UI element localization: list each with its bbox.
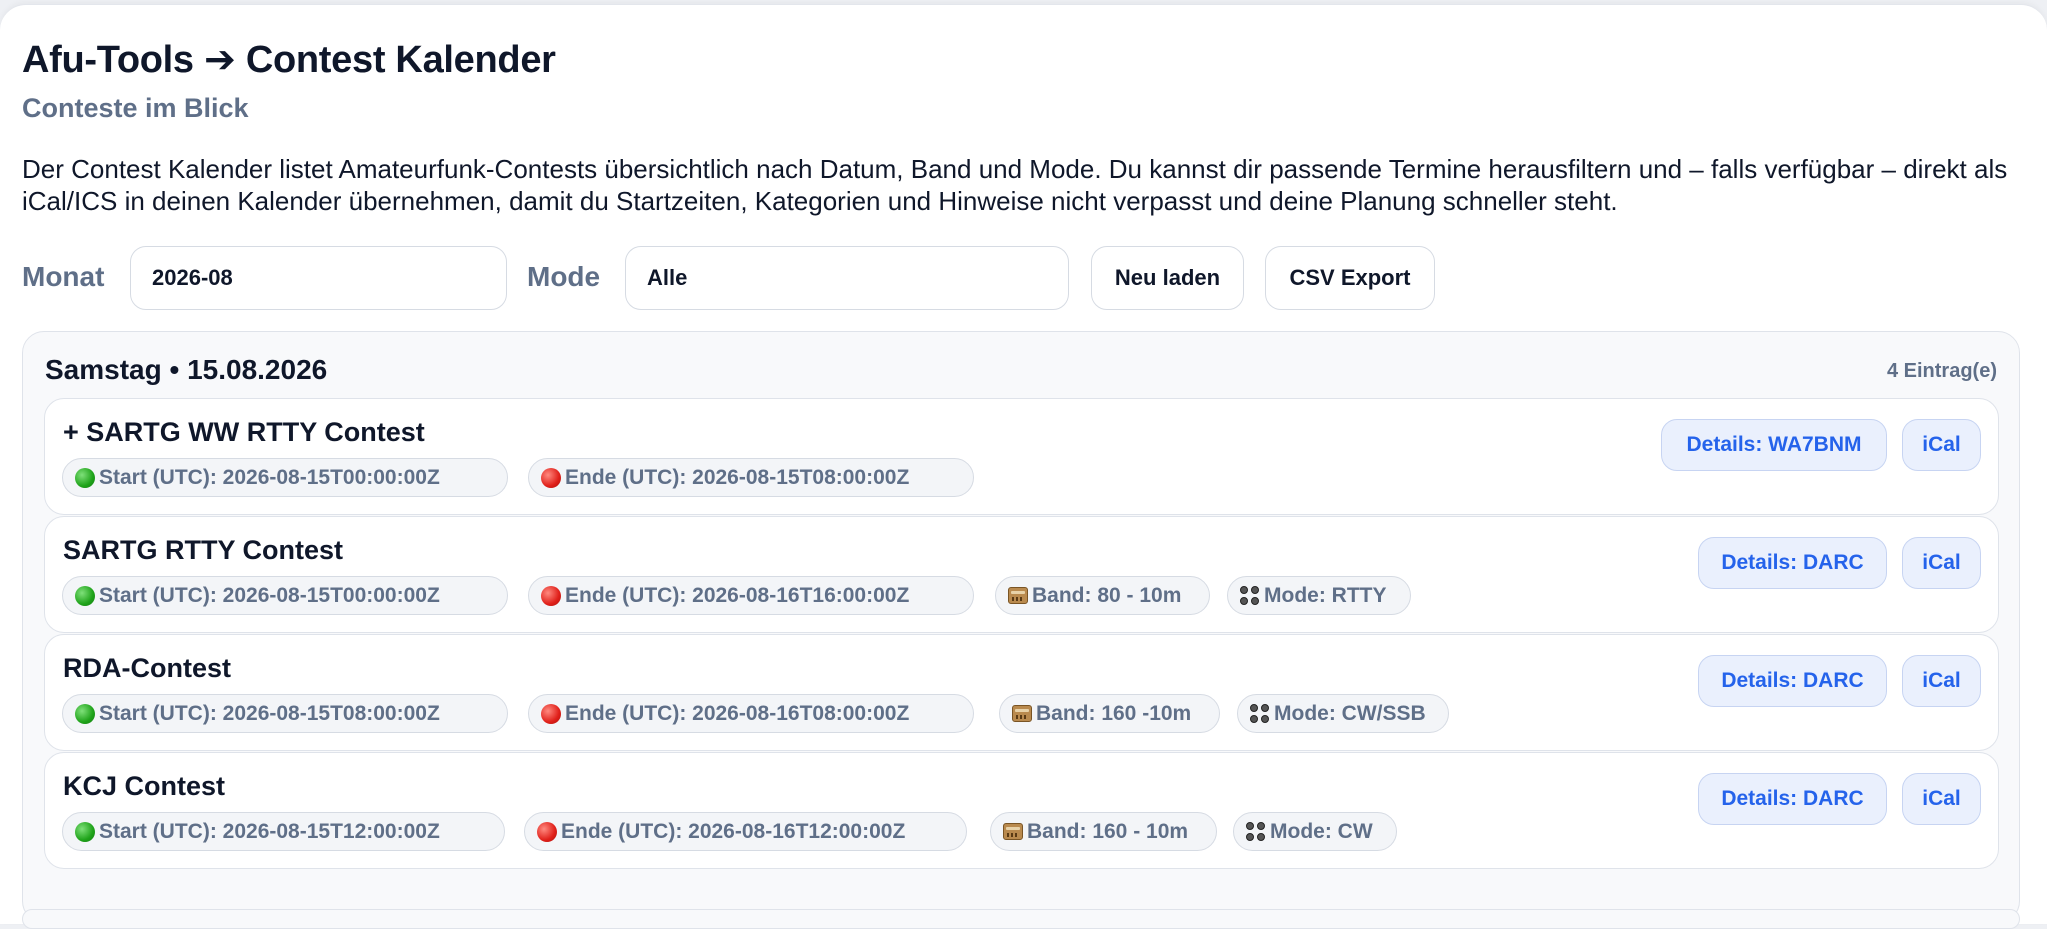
red-circle-icon: [537, 821, 557, 842]
start-time-pill: Start (UTC): 2026-08-15T12:00:00Z: [62, 812, 505, 851]
ical-button[interactable]: iCal: [1902, 419, 1981, 471]
mode-pill: Mode: RTTY: [1227, 576, 1411, 615]
details-link-button[interactable]: Details: DARC: [1698, 537, 1887, 589]
ical-button[interactable]: iCal: [1902, 537, 1981, 589]
mode-text: Mode: RTTY: [1264, 583, 1387, 607]
mode-pill: Mode: CW: [1233, 812, 1397, 851]
start-time-pill: Start (UTC): 2026-08-15T00:00:00Z: [62, 458, 508, 497]
day-title: Samstag • 15.08.2026: [45, 354, 328, 385]
details-link-button[interactable]: Details: DARC: [1698, 655, 1887, 707]
contest-title: KCJ Contest: [63, 771, 226, 801]
month-input-value: 2026-08: [152, 265, 233, 290]
start-time-text: Start (UTC): 2026-08-15T00:00:00Z: [99, 465, 440, 489]
mode-select-value: Alle: [647, 265, 688, 290]
mode-text: Mode: CW: [1270, 819, 1373, 843]
details-link-button[interactable]: Details: WA7BNM: [1661, 419, 1887, 471]
end-time-text: Ende (UTC): 2026-08-15T08:00:00Z: [565, 465, 910, 489]
entry-count: 4 Eintrag(e): [1886, 360, 1997, 382]
red-circle-icon: [541, 585, 561, 606]
radio-icon: [1008, 587, 1028, 604]
green-circle-icon: [75, 821, 95, 842]
end-time-text: Ende (UTC): 2026-08-16T08:00:00Z: [565, 701, 910, 725]
end-time-pill: Ende (UTC): 2026-08-16T12:00:00Z: [524, 812, 967, 851]
band-text: Band: 80 - 10m: [1032, 583, 1182, 607]
start-time-text: Start (UTC): 2026-08-15T00:00:00Z: [99, 583, 440, 607]
end-time-text: Ende (UTC): 2026-08-16T12:00:00Z: [561, 819, 906, 843]
page-subtitle: Conteste im Blick: [22, 93, 249, 123]
reload-button[interactable]: Neu laden: [1091, 246, 1244, 310]
ical-button[interactable]: iCal: [1902, 655, 1981, 707]
end-time-pill: Ende (UTC): 2026-08-15T08:00:00Z: [528, 458, 974, 497]
contest-entry: SARTG RTTY Contest Start (UTC): 2026-08-…: [44, 516, 1999, 633]
end-time-text: Ende (UTC): 2026-08-16T16:00:00Z: [565, 583, 910, 607]
green-circle-icon: [75, 585, 95, 606]
intro-text: Der Contest Kalender listet Amateurfunk-…: [22, 154, 2008, 216]
main-card: Afu-Tools ➔ Contest Kalender Conteste im…: [0, 4, 2047, 929]
contest-title: RDA-Contest: [63, 653, 231, 683]
start-time-text: Start (UTC): 2026-08-15T12:00:00Z: [99, 819, 440, 843]
start-time-text: Start (UTC): 2026-08-15T08:00:00Z: [99, 701, 440, 725]
red-circle-icon: [541, 467, 561, 488]
start-time-pill: Start (UTC): 2026-08-15T08:00:00Z: [62, 694, 508, 733]
ical-button[interactable]: iCal: [1902, 773, 1981, 825]
contest-entry: KCJ Contest Start (UTC): 2026-08-15T12:0…: [44, 752, 1999, 869]
end-time-pill: Ende (UTC): 2026-08-16T08:00:00Z: [528, 694, 974, 733]
mode-pill: Mode: CW/SSB: [1237, 694, 1449, 733]
contest-title: + SARTG WW RTTY Contest: [63, 417, 425, 447]
end-time-pill: Ende (UTC): 2026-08-16T16:00:00Z: [528, 576, 974, 615]
contest-entry: + SARTG WW RTTY Contest Start (UTC): 202…: [44, 398, 1999, 515]
day-group: Samstag • 15.08.2026 4 Eintrag(e) + SART…: [22, 331, 2020, 923]
page-title: Afu-Tools ➔ Contest Kalender: [22, 39, 556, 81]
band-pill: Band: 160 - 10m: [990, 812, 1217, 851]
control-knobs-icon: [1246, 821, 1266, 842]
contest-title: SARTG RTTY Contest: [63, 535, 344, 565]
next-day-group: [22, 909, 2020, 929]
red-circle-icon: [541, 703, 561, 724]
control-knobs-icon: [1240, 585, 1260, 606]
csv-export-button[interactable]: CSV Export: [1265, 246, 1435, 310]
details-link-button[interactable]: Details: DARC: [1698, 773, 1887, 825]
band-pill: Band: 80 - 10m: [995, 576, 1210, 615]
radio-icon: [1003, 823, 1023, 840]
contest-entry: RDA-Contest Start (UTC): 2026-08-15T08:0…: [44, 634, 1999, 751]
band-text: Band: 160 - 10m: [1027, 819, 1189, 843]
mode-select[interactable]: Alle: [625, 246, 1069, 310]
mode-label: Mode: [527, 261, 601, 292]
radio-icon: [1012, 705, 1032, 722]
control-knobs-icon: [1250, 703, 1270, 724]
month-label: Monat: [22, 261, 105, 292]
start-time-pill: Start (UTC): 2026-08-15T00:00:00Z: [62, 576, 508, 615]
green-circle-icon: [75, 703, 95, 724]
band-pill: Band: 160 -10m: [999, 694, 1220, 733]
green-circle-icon: [75, 467, 95, 488]
band-text: Band: 160 -10m: [1036, 701, 1192, 725]
mode-text: Mode: CW/SSB: [1274, 701, 1426, 725]
month-input[interactable]: 2026-08: [130, 246, 507, 310]
